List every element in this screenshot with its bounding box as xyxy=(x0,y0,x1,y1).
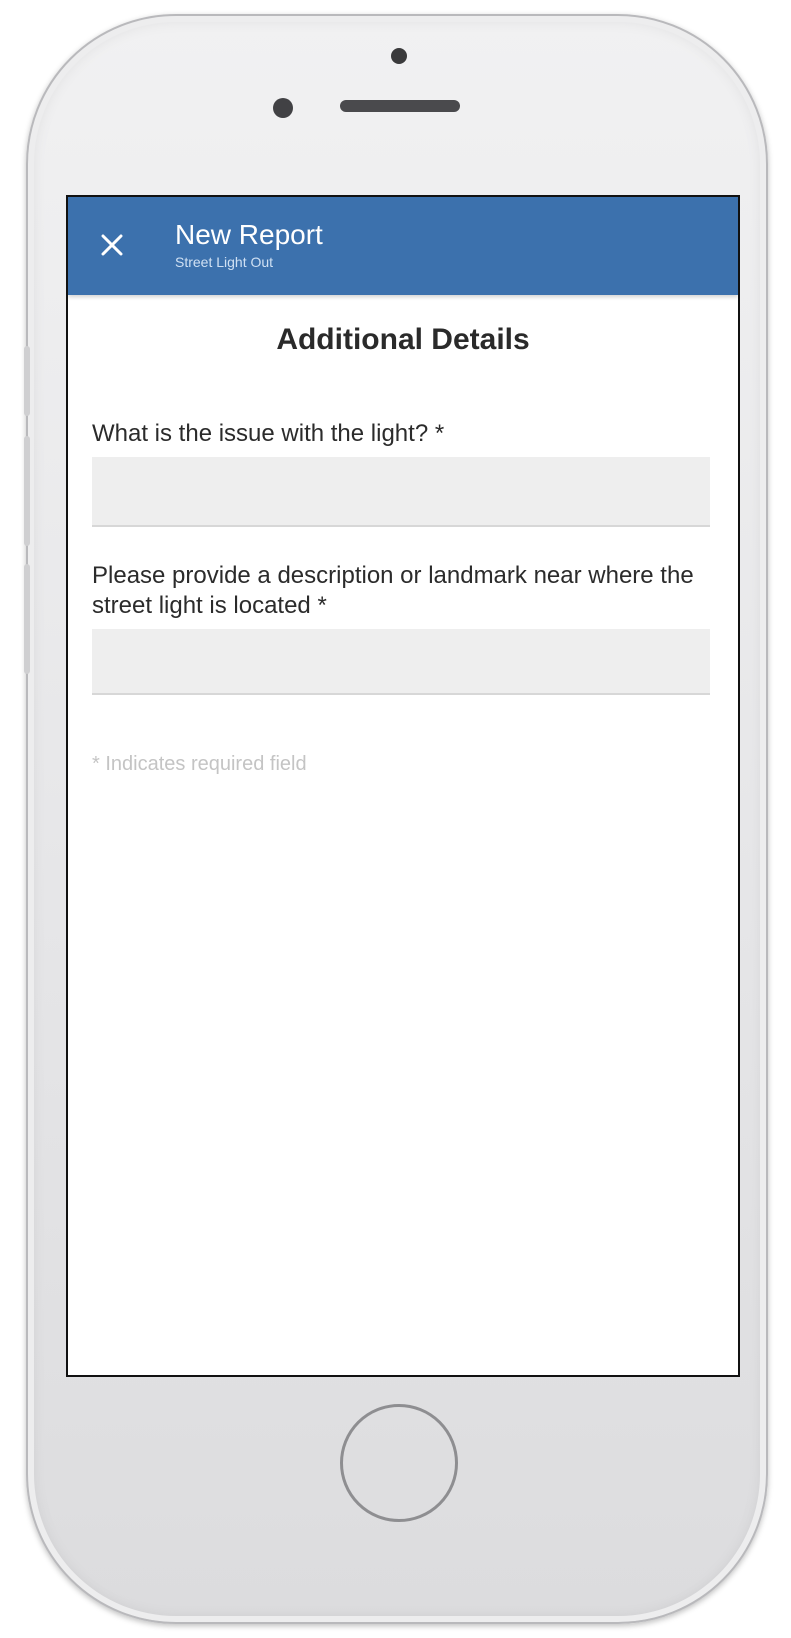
issue-field-label: What is the issue with the light? * xyxy=(92,420,445,447)
app-screen: New Report Street Light Out Additional D… xyxy=(66,195,740,1377)
page-subtitle: Street Light Out xyxy=(175,254,274,270)
app-bar: New Report Street Light Out xyxy=(68,197,738,295)
close-icon xyxy=(101,234,123,256)
volume-down-button xyxy=(24,564,30,674)
location-description-input[interactable] xyxy=(92,629,710,695)
front-sensor xyxy=(273,98,293,118)
silent-switch xyxy=(24,346,30,416)
section-title: Additional Details xyxy=(276,323,530,356)
home-button[interactable] xyxy=(340,1404,458,1522)
volume-up-button xyxy=(24,436,30,546)
close-button[interactable] xyxy=(94,227,130,263)
page-title: New Report xyxy=(175,219,323,250)
camera-icon xyxy=(391,48,407,64)
required-field-note: * Indicates required field xyxy=(92,753,307,775)
earpiece-speaker xyxy=(340,100,460,112)
location-field-label: Please provide a description or landmark… xyxy=(92,562,694,619)
issue-input[interactable] xyxy=(92,457,710,527)
